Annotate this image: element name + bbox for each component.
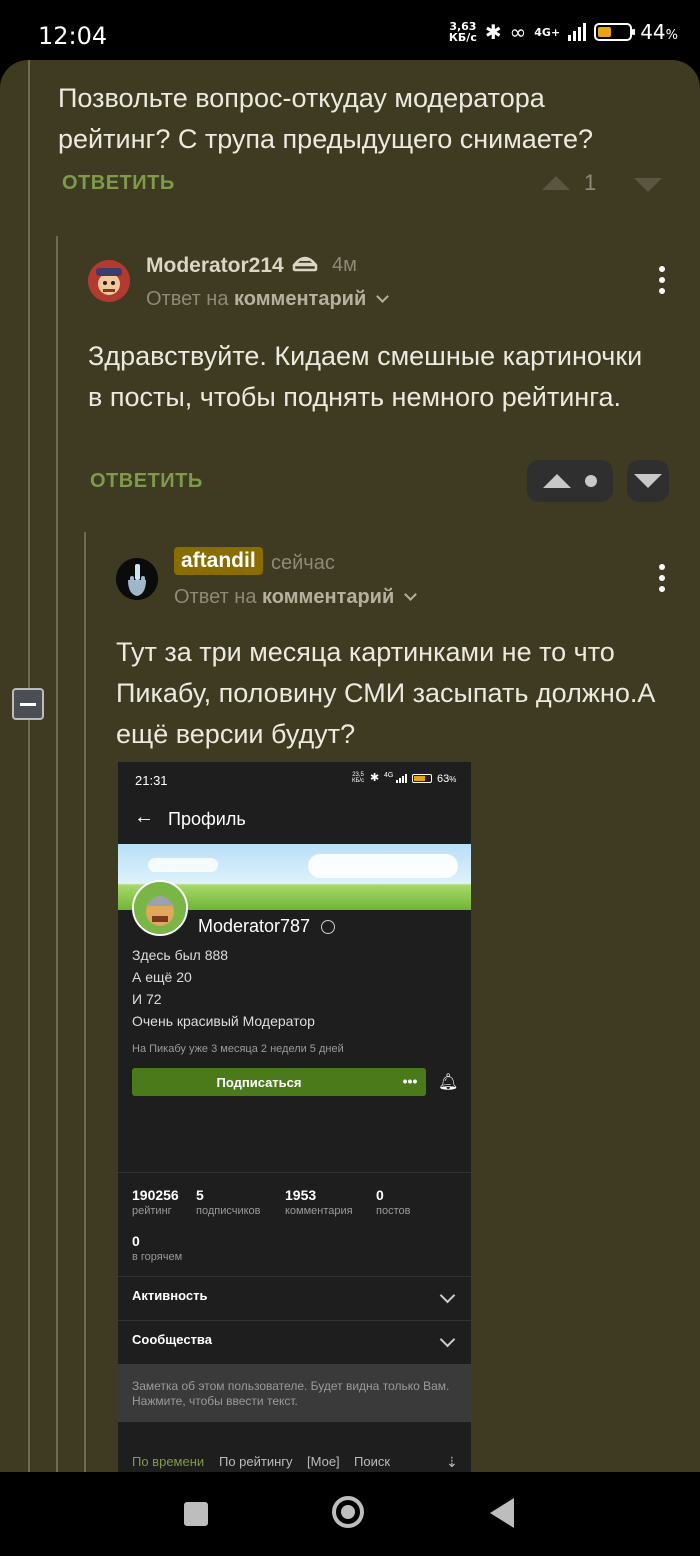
comment-text: Здравствуйте. Кидаем смешные картиночки …	[88, 341, 643, 412]
verified-icon	[321, 920, 336, 935]
thread-line-level2	[84, 532, 86, 1472]
downvote-button[interactable]	[627, 460, 669, 502]
upvote-button[interactable]	[542, 176, 570, 190]
thread-line-level1	[56, 236, 58, 1472]
comment-time: 4м	[332, 254, 357, 276]
comments-thread[interactable]: Позвольте вопрос-откудау модератора рейт…	[0, 60, 700, 1472]
more-options-icon[interactable]	[659, 564, 665, 592]
stat-label: постов	[376, 1205, 411, 1217]
stat-label: рейтинг	[132, 1205, 172, 1217]
arrow-up-icon[interactable]	[543, 474, 571, 488]
chevron-down-icon	[403, 588, 417, 601]
reply-button[interactable]: ОТВЕТИТЬ	[90, 470, 203, 493]
stat-value: 0	[376, 1187, 384, 1203]
battery-icon	[412, 774, 432, 783]
stat-label: в горячем	[132, 1251, 183, 1263]
stat-label: подписчиков	[196, 1205, 261, 1217]
user-note: Заметка об этом пользователе. Будет видн…	[118, 1364, 471, 1422]
moderator-avatar-icon	[88, 260, 130, 302]
network-type: 4G+	[534, 25, 561, 39]
vote-pill[interactable]	[527, 460, 613, 502]
subscribe-button: Подписаться	[132, 1068, 426, 1096]
stat-value: 5	[196, 1187, 204, 1203]
bio-line: А ещё 20	[132, 969, 192, 985]
tab-mine: [Мое]	[307, 1454, 340, 1469]
bio-line: Здесь был 888	[132, 947, 229, 963]
avatar[interactable]	[88, 260, 130, 302]
profile-avatar-icon	[132, 880, 188, 936]
image-app-bar: ← Профиль	[118, 800, 471, 844]
image-status-bar: 21:31 23,5 КБ/с ✱ 4G 63%	[118, 762, 471, 800]
back-arrow-icon: ←	[134, 806, 154, 828]
back-button-icon[interactable]	[490, 1498, 514, 1528]
clock: 12:04	[38, 22, 108, 50]
profile-username: Moderator787	[198, 916, 336, 937]
more-icon: •••	[394, 1068, 426, 1096]
stat-value: 0	[132, 1233, 140, 1249]
xray-hand-avatar-icon	[116, 558, 158, 600]
bluetooth-icon: ✱	[370, 772, 380, 784]
chevron-down-icon	[439, 1331, 456, 1348]
bio-line: Очень красивый Модератор	[132, 1013, 315, 1029]
bluetooth-icon: ✱	[484, 20, 502, 44]
network-speed: 3,63 КБ/с	[448, 20, 477, 44]
arrow-down-icon	[634, 178, 662, 192]
section-communities: Сообщества	[132, 1332, 212, 1347]
stat-label: комментария	[285, 1205, 353, 1217]
bell-icon: 🔔︎	[438, 1074, 459, 1091]
battery-percent: 44%	[640, 20, 678, 44]
recents-button-icon[interactable]	[184, 1502, 208, 1526]
author-name[interactable]: Moderator214	[146, 254, 284, 278]
author-name[interactable]: aftandil	[174, 547, 263, 575]
comment-text: Позвольте вопрос-откудау модератора рейт…	[58, 83, 594, 154]
battery-icon	[594, 23, 636, 41]
avatar[interactable]	[116, 558, 158, 600]
comment-score: 1	[584, 170, 597, 195]
tab-search: Поиск	[354, 1454, 391, 1469]
stat-value: 190256	[132, 1187, 179, 1203]
system-nav-bar	[0, 1472, 700, 1556]
sort-icon: ⇣	[446, 1454, 458, 1470]
stat-value: 1953	[285, 1187, 317, 1203]
signal-icon	[396, 774, 407, 783]
arrow-up-icon	[542, 176, 570, 190]
comment-text: Тут за три месяца картинками не то что П…	[116, 637, 656, 749]
reply-to-link[interactable]: Ответ на комментарий	[174, 586, 417, 609]
chevron-down-icon	[375, 290, 389, 303]
chevron-down-icon	[439, 1287, 456, 1304]
downvote-button[interactable]	[634, 178, 662, 192]
comment-time: сейчас	[271, 552, 335, 574]
arrow-down-icon	[634, 474, 662, 488]
status-icons: 3,63 КБ/с ✱ ∞ 4G+ 44%	[449, 20, 678, 44]
on-site-duration: На Пикабу уже 3 месяца 2 недели 5 дней	[132, 1043, 344, 1055]
reply-to-link[interactable]: Ответ на комментарий	[146, 288, 389, 311]
home-button-icon[interactable]	[332, 1496, 364, 1528]
more-options-icon[interactable]	[659, 266, 665, 294]
tab-by-time: По времени	[132, 1454, 205, 1469]
reply-button[interactable]: ОТВЕТИТЬ	[62, 172, 175, 195]
score-hidden-dot	[585, 475, 597, 487]
tab-by-rating: По рейтингу	[219, 1454, 293, 1469]
thread-line-root	[28, 60, 30, 1472]
moderator-badge-icon	[292, 252, 318, 281]
section-activity: Активность	[132, 1288, 208, 1303]
attached-image[interactable]: 21:31 23,5 КБ/с ✱ 4G 63% ← Профиль Modera…	[118, 762, 471, 1472]
signal-icon	[568, 23, 587, 41]
bio-line: И 72	[132, 991, 162, 1007]
collapse-thread-button[interactable]	[12, 688, 44, 720]
link-icon: ∞	[509, 20, 527, 44]
